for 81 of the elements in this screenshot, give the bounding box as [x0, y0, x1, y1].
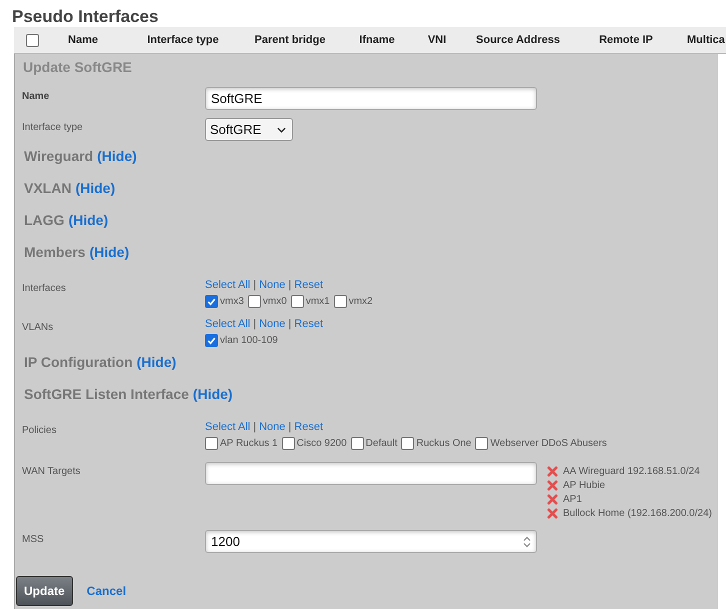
checkbox[interactable] [248, 295, 261, 308]
link-separator: | [253, 421, 256, 433]
select-link[interactable]: None [259, 421, 286, 433]
section-heading: LAGG [24, 212, 64, 228]
checkbox[interactable] [290, 295, 304, 308]
link-separator: | [288, 421, 292, 433]
checkbox-label: vmx3 [220, 296, 244, 307]
column-header[interactable]: Interface type [147, 34, 219, 46]
checkbox-label: AP Ruckus 1 [220, 438, 278, 449]
field-label: Interfaces [22, 283, 66, 294]
checkbox-label: Ruckus One [416, 438, 472, 449]
checkbox[interactable] [205, 295, 218, 308]
select-link[interactable]: Reset [294, 279, 324, 291]
interface-type-select[interactable]: SoftGRE [205, 118, 293, 141]
target-item: AA Wireguard 192.168.51.0/24 [563, 466, 700, 476]
checkbox[interactable] [475, 437, 488, 450]
checkbox-label: vmx1 [306, 296, 330, 307]
section-heading: Wireguard [24, 148, 94, 164]
update-button[interactable]: Update [16, 576, 73, 606]
wan-targets-field[interactable] [205, 462, 537, 485]
column-header[interactable]: Name [68, 34, 98, 46]
section-heading: IP Configuration [24, 354, 133, 370]
remove-icon[interactable] [547, 494, 558, 504]
checkbox[interactable] [205, 334, 218, 347]
section-heading: Members [24, 244, 86, 260]
form-title: Update SoftGRE [22, 58, 133, 77]
link-separator: | [288, 279, 292, 291]
target-item: AP1 [563, 494, 582, 504]
hide-link[interactable]: (Hide) [75, 180, 116, 196]
select-link[interactable]: Select All [205, 279, 250, 291]
column-header[interactable]: Parent bridge [254, 34, 326, 46]
target-item: AP Hubie [563, 480, 606, 490]
checkbox-label: vlan 100-109 [220, 335, 278, 346]
link-separator: | [253, 318, 256, 330]
hide-link[interactable]: (Hide) [89, 244, 130, 260]
remove-icon[interactable] [547, 466, 558, 476]
checkbox-label: Default [366, 438, 398, 449]
checkbox[interactable] [334, 295, 347, 308]
checkbox[interactable] [350, 437, 364, 450]
checkbox-label: vmx2 [348, 296, 373, 307]
select-link[interactable]: Reset [294, 421, 324, 433]
cancel-link[interactable]: Cancel [86, 584, 126, 598]
target-item: Bullock Home (192.168.200.0/24) [563, 508, 712, 518]
checkbox[interactable] [205, 437, 218, 450]
checkbox[interactable] [282, 437, 295, 450]
section-heading: SoftGRE Listen Interface [24, 386, 189, 402]
page-title: Pseudo Interfaces [11, 6, 160, 27]
section-heading: VXLAN [24, 180, 72, 196]
field-label: WAN Targets [22, 466, 80, 477]
checkbox-label: vmx0 [262, 296, 287, 307]
chevron-down-icon [277, 126, 286, 132]
field-label: VLANs [22, 322, 54, 333]
hide-link[interactable]: (Hide) [97, 148, 137, 164]
field-label: Policies [22, 425, 56, 436]
checkbox-label: Cisco 9200 [296, 438, 347, 449]
mss-field[interactable]: 1200 [205, 530, 537, 553]
hide-link[interactable]: (Hide) [192, 386, 233, 402]
checkbox[interactable] [401, 437, 414, 450]
column-header[interactable]: Ifname [359, 34, 395, 46]
link-separator: | [253, 279, 256, 291]
select-link[interactable]: Reset [294, 318, 324, 330]
link-separator: | [288, 318, 292, 330]
hide-link[interactable]: (Hide) [68, 212, 108, 228]
select-link[interactable]: None [259, 318, 286, 330]
remove-icon[interactable] [547, 508, 558, 518]
column-header[interactable]: VNI [428, 34, 446, 46]
remove-icon[interactable] [547, 480, 558, 490]
select-link[interactable]: Select All [205, 421, 250, 433]
field-label: Interface type [22, 122, 83, 133]
hide-link[interactable]: (Hide) [136, 354, 176, 370]
select-link[interactable]: None [259, 279, 286, 291]
select-all-checkbox[interactable] [26, 34, 38, 46]
column-header[interactable]: Multica [687, 34, 725, 46]
field-label: MSS [22, 534, 44, 545]
name-field[interactable]: SoftGRE [205, 87, 537, 110]
checkbox-label: Webserver DDoS Abusers [490, 438, 607, 449]
field-label: Name [22, 91, 50, 102]
select-link[interactable]: Select All [205, 318, 250, 330]
spinner-icon[interactable] [523, 536, 531, 548]
column-header[interactable]: Source Address [476, 34, 560, 46]
column-header[interactable]: Remote IP [599, 34, 653, 46]
